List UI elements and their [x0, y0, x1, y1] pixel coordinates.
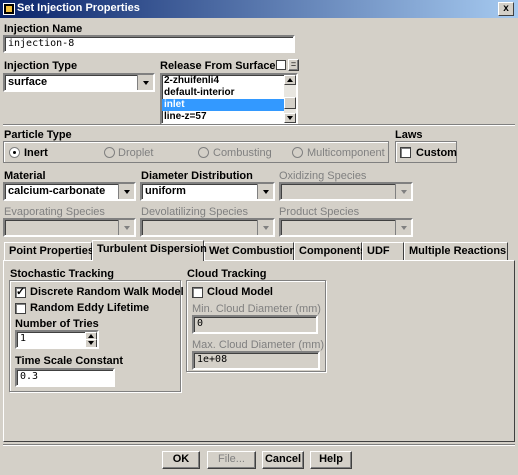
select-all-button[interactable]: =: [288, 59, 299, 71]
discrete-random-walk-label[interactable]: Discrete Random Walk Model: [30, 286, 184, 298]
radio-multicomponent-label[interactable]: Multicomponent: [307, 147, 385, 159]
list-item[interactable]: 2-zhuifenli4: [162, 75, 296, 87]
close-button[interactable]: x: [498, 2, 514, 16]
diameter-distribution-combo[interactable]: uniform: [140, 182, 275, 201]
diameter-distribution-value: uniform: [145, 185, 186, 197]
chevron-down-icon: [257, 220, 273, 235]
custom-laws-label[interactable]: Custom: [416, 147, 457, 159]
chevron-down-icon: [118, 220, 134, 235]
radio-multicomponent[interactable]: [292, 147, 303, 158]
release-surfaces-list[interactable]: 2-zhuifenli4 default-interior inlet line…: [160, 73, 298, 125]
radio-combusting[interactable]: [198, 147, 209, 158]
tab-components[interactable]: Components: [294, 242, 366, 260]
max-cloud-diameter-label: Max. Cloud Diameter (mm): [192, 339, 325, 351]
oxidizing-species-label: Oxidizing Species: [279, 170, 367, 182]
chevron-down-icon[interactable]: [257, 184, 273, 199]
radio-inert[interactable]: [9, 147, 20, 158]
number-of-tries-stepper[interactable]: 1: [15, 330, 99, 349]
diameter-distribution-label: Diameter Distribution: [141, 170, 253, 182]
oxidizing-species-combo: [279, 182, 413, 201]
scroll-thumb[interactable]: [284, 97, 296, 109]
devolatilizing-species-label: Devolatilizing Species: [141, 206, 248, 218]
min-cloud-diameter-input: 0: [192, 315, 318, 334]
injection-type-label: Injection Type: [4, 60, 78, 72]
product-species-label: Product Species: [279, 206, 360, 218]
title-bar: Set Injection Properties x: [0, 0, 518, 18]
list-options-icon[interactable]: [276, 60, 286, 70]
cancel-button[interactable]: Cancel: [262, 451, 304, 469]
max-cloud-diameter-input: 1e+08: [192, 351, 320, 370]
cloud-model-checkbox[interactable]: [192, 287, 203, 298]
stochastic-tracking-label: Stochastic Tracking: [10, 268, 114, 280]
scroll-up-icon[interactable]: [284, 75, 296, 85]
injection-type-value: surface: [8, 76, 48, 88]
custom-laws-checkbox[interactable]: [400, 147, 411, 158]
min-cloud-diameter-label: Min. Cloud Diameter (mm): [192, 303, 321, 315]
random-eddy-lifetime-checkbox[interactable]: [15, 303, 26, 314]
list-item[interactable]: default-interior: [162, 87, 296, 99]
separator: [3, 444, 515, 446]
tab-wet-combustion[interactable]: Wet Combustion: [204, 242, 296, 260]
product-species-combo: [279, 218, 413, 237]
list-scrollbar[interactable]: [284, 75, 296, 123]
ok-button[interactable]: OK: [162, 451, 200, 469]
chevron-down-icon[interactable]: [118, 184, 134, 199]
scroll-down-icon[interactable]: [284, 113, 296, 123]
chevron-down-icon[interactable]: [137, 75, 153, 90]
tab-turbulent-dispersion[interactable]: Turbulent Dispersion: [92, 240, 207, 261]
list-item[interactable]: inlet: [162, 99, 296, 111]
number-of-tries-label: Number of Tries: [15, 318, 99, 330]
radio-combusting-label[interactable]: Combusting: [213, 147, 272, 159]
radio-droplet[interactable]: [104, 147, 115, 158]
list-item[interactable]: line-z=57: [162, 111, 296, 123]
random-eddy-lifetime-label[interactable]: Random Eddy Lifetime: [30, 302, 149, 314]
evaporating-species-label: Evaporating Species: [4, 206, 105, 218]
tab-point-properties[interactable]: Point Properties: [4, 242, 94, 260]
cloud-tracking-label: Cloud Tracking: [187, 268, 267, 280]
tab-udf[interactable]: UDF: [362, 242, 404, 260]
chevron-down-icon: [395, 220, 411, 235]
particle-type-label: Particle Type: [4, 129, 72, 141]
laws-label: Laws: [395, 129, 423, 141]
material-label: Material: [4, 170, 46, 182]
material-value: calcium-carbonate: [8, 185, 106, 197]
injection-name-input[interactable]: injection-8: [3, 35, 295, 53]
help-button[interactable]: Help: [310, 451, 352, 469]
injection-type-combo[interactable]: surface: [3, 73, 155, 92]
time-scale-constant-label: Time Scale Constant: [15, 355, 123, 367]
release-surfaces-label: Release From Surfaces: [160, 60, 282, 72]
injection-name-label: Injection Name: [4, 23, 83, 35]
time-scale-constant-input[interactable]: 0.3: [15, 368, 115, 387]
devolatilizing-species-combo: [140, 218, 275, 237]
file-button[interactable]: File...: [207, 451, 256, 469]
evaporating-species-combo: [3, 218, 136, 237]
discrete-random-walk-checkbox[interactable]: [15, 285, 26, 298]
tab-multiple-reactions[interactable]: Multiple Reactions: [404, 242, 508, 260]
decrement-icon[interactable]: [85, 339, 97, 347]
app-icon: [3, 3, 15, 15]
cloud-model-label[interactable]: Cloud Model: [207, 286, 273, 298]
radio-inert-label[interactable]: Inert: [24, 147, 48, 159]
separator: [3, 124, 515, 126]
chevron-down-icon: [395, 184, 411, 199]
window-title: Set Injection Properties: [17, 2, 140, 14]
number-of-tries-value: 1: [20, 333, 27, 344]
material-combo[interactable]: calcium-carbonate: [3, 182, 136, 201]
radio-droplet-label[interactable]: Droplet: [118, 147, 153, 159]
